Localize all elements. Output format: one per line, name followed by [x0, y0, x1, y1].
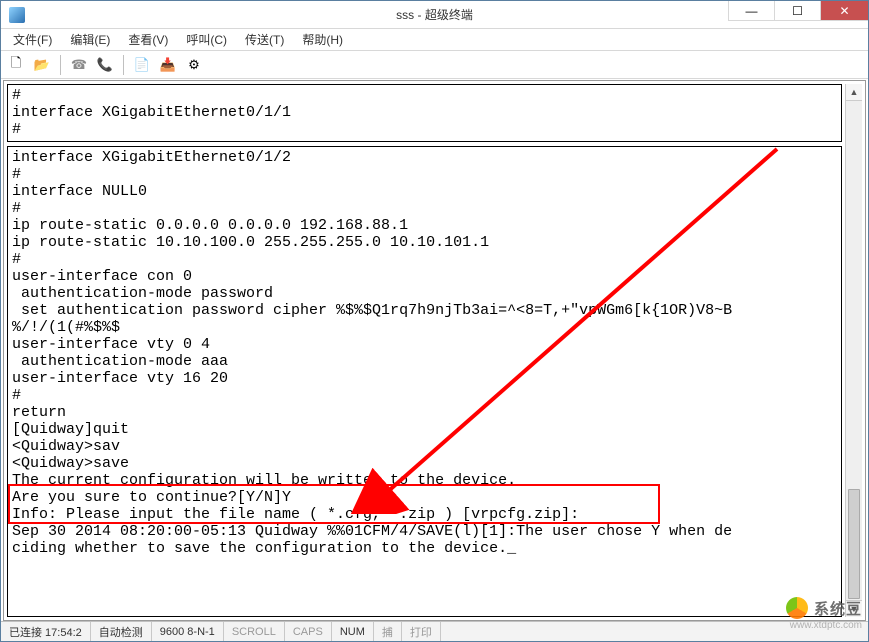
maximize-button[interactable]	[774, 1, 820, 21]
menu-edit[interactable]: 编辑(E)	[62, 29, 118, 50]
receive-icon[interactable]: 📥	[157, 54, 179, 76]
send-icon[interactable]: 📄	[131, 54, 153, 76]
toolbar-separator	[123, 55, 124, 75]
menu-call[interactable]: 呼叫(C)	[178, 29, 235, 50]
window-buttons	[728, 1, 868, 21]
status-print: 打印	[402, 622, 441, 641]
terminal-client: # interface XGigabitEthernet0/1/1 # inte…	[3, 80, 866, 621]
status-bar: 已连接 17:54:2 自动检测 9600 8-N-1 SCROLL CAPS …	[1, 621, 868, 641]
scrollbar[interactable]: ▲ ▼	[845, 84, 862, 617]
status-detect: 自动检测	[91, 622, 152, 641]
minimize-button[interactable]	[728, 1, 774, 21]
status-caps: CAPS	[285, 622, 332, 641]
menu-file[interactable]: 文件(F)	[5, 29, 60, 50]
title-bar: sss - 超级终端	[1, 1, 868, 29]
status-scroll: SCROLL	[224, 622, 285, 641]
app-icon	[9, 7, 25, 23]
terminal-wrap: # interface XGigabitEthernet0/1/1 # inte…	[7, 84, 862, 617]
scroll-thumb[interactable]	[848, 489, 860, 599]
menu-transfer[interactable]: 传送(T)	[237, 29, 292, 50]
scroll-down-icon[interactable]: ▼	[846, 600, 862, 617]
terminal-output-upper[interactable]: # interface XGigabitEthernet0/1/1 #	[7, 84, 842, 142]
properties-icon[interactable]: ⚙	[183, 54, 205, 76]
terminal-output-lower[interactable]: interface XGigabitEthernet0/1/2 # interf…	[7, 146, 842, 617]
open-file-icon[interactable]: 📂	[31, 54, 53, 76]
connect-icon: ☎	[68, 54, 90, 76]
menu-view[interactable]: 查看(V)	[120, 29, 176, 50]
close-button[interactable]	[820, 1, 868, 21]
status-port: 9600 8-N-1	[152, 622, 224, 641]
menu-bar: 文件(F) 编辑(E) 查看(V) 呼叫(C) 传送(T) 帮助(H)	[1, 29, 868, 51]
status-connection: 已连接 17:54:2	[1, 622, 91, 641]
disconnect-icon[interactable]: 📞	[94, 54, 116, 76]
new-file-icon[interactable]: 🗋	[5, 54, 27, 76]
status-capture: 捕	[374, 622, 402, 641]
toolbar-separator	[60, 55, 61, 75]
status-num: NUM	[332, 622, 374, 641]
scroll-up-icon[interactable]: ▲	[846, 84, 862, 101]
menu-help[interactable]: 帮助(H)	[294, 29, 351, 50]
toolbar: 🗋 📂 ☎ 📞 📄 📥 ⚙	[1, 51, 868, 79]
